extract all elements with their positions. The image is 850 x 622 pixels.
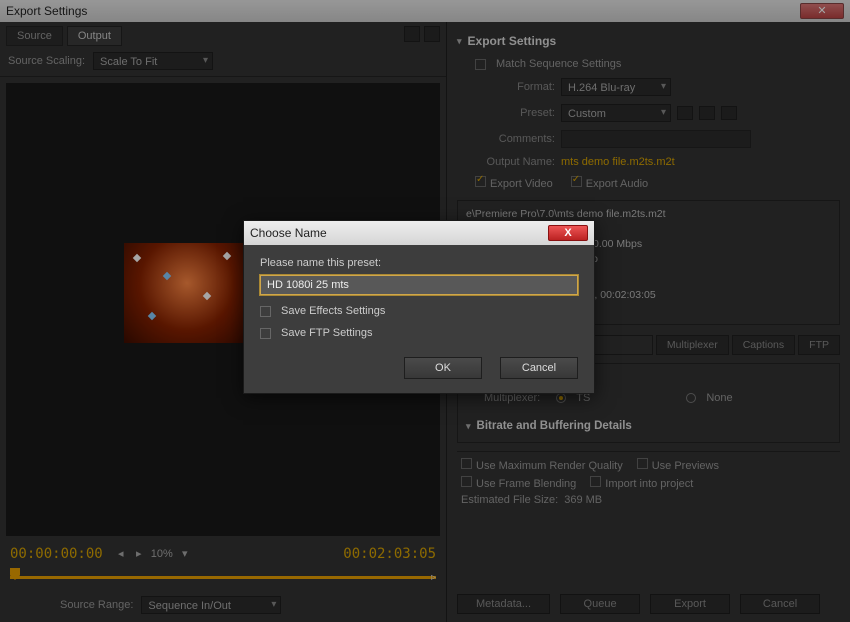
save-ftp-checkbox[interactable] (260, 328, 271, 339)
choose-name-dialog: Choose Name X Please name this preset: S… (243, 220, 595, 394)
export-settings-window: Export Settings ✕ Source Output Source S… (0, 0, 850, 622)
preset-name-input[interactable] (260, 275, 578, 295)
save-effects-checkbox[interactable] (260, 306, 271, 317)
dialog-prompt: Please name this preset: (260, 257, 578, 269)
save-effects-label: Save Effects Settings (281, 305, 385, 317)
dialog-cancel-button[interactable]: Cancel (500, 357, 578, 379)
dialog-close-button[interactable]: X (548, 225, 588, 241)
save-ftp-label: Save FTP Settings (281, 327, 373, 339)
dialog-titlebar[interactable]: Choose Name X (244, 221, 594, 245)
dialog-ok-button[interactable]: OK (404, 357, 482, 379)
dialog-title: Choose Name (250, 226, 327, 240)
